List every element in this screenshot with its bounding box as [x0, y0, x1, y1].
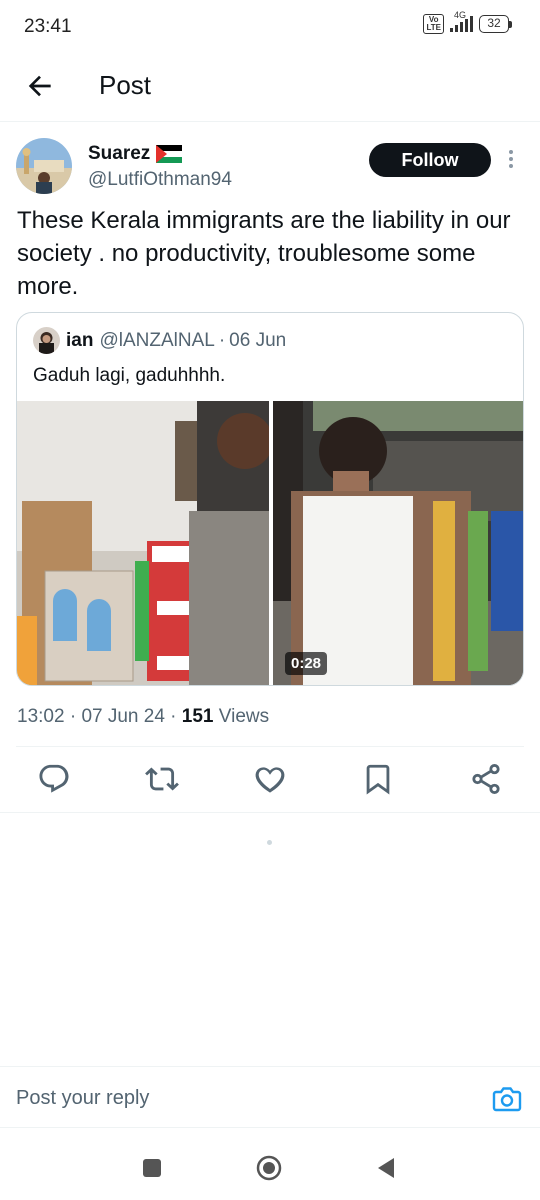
bookmark-icon[interactable]: [361, 762, 395, 796]
views-label: Views: [213, 706, 270, 727]
divider: [0, 812, 540, 813]
post-actions: [0, 748, 540, 812]
quote-author-name: ian: [66, 329, 94, 351]
share-icon[interactable]: [469, 762, 503, 796]
reply-input[interactable]: [16, 1079, 456, 1117]
arrow-left-icon[interactable]: [24, 70, 56, 102]
recents-icon[interactable]: [138, 1154, 166, 1182]
like-icon[interactable]: [253, 762, 287, 796]
reply-icon[interactable]: [37, 762, 71, 796]
author-avatar[interactable]: [16, 138, 72, 194]
author-name[interactable]: Suarez: [88, 143, 183, 165]
more-options-icon[interactable]: [507, 150, 515, 172]
status-icons: Vo LTE 4G 32: [423, 10, 512, 34]
quote-text: Gaduh lagi, gaduhhhh.: [33, 365, 226, 386]
divider: [16, 746, 524, 747]
battery-icon: 32: [479, 15, 512, 33]
status-bar: 23:41 Vo LTE 4G 32: [0, 0, 540, 56]
quoted-post[interactable]: ian @lANZAlNAL · 06 Jun Gaduh lagi, gadu…: [16, 312, 524, 686]
quote-header: ian @lANZAlNAL · 06 Jun: [33, 327, 286, 354]
post-author: Suarez @LutfiOthman94 Follow: [16, 138, 526, 198]
home-icon[interactable]: [255, 1154, 283, 1182]
quote-date: 06 Jun: [229, 329, 287, 351]
quote-media-video[interactable]: 0:28: [273, 401, 523, 685]
quote-author-handle: @lANZAlNAL: [99, 329, 215, 351]
video-duration: 0:28: [285, 652, 328, 675]
page-title: Post: [99, 70, 152, 100]
back-nav-icon[interactable]: [372, 1154, 400, 1182]
post-date: 07 Jun 24: [81, 706, 165, 727]
views-count[interactable]: 151: [182, 706, 214, 727]
quote-avatar: [33, 327, 60, 354]
battery-level: 32: [479, 15, 509, 33]
quote-separator: ·: [218, 329, 226, 351]
camera-icon[interactable]: [492, 1085, 522, 1113]
author-handle[interactable]: @LutfiOthman94: [88, 169, 232, 191]
reply-bar: [0, 1066, 540, 1128]
network-type: 4G: [454, 10, 467, 20]
quote-media-image-1[interactable]: [17, 401, 269, 685]
retweet-icon[interactable]: [145, 762, 179, 796]
app-header: Post: [0, 56, 540, 122]
signal-icon: 4G: [450, 10, 473, 32]
loading-indicator: [267, 840, 272, 845]
follow-button[interactable]: Follow: [369, 143, 491, 177]
author-name-text: Suarez: [88, 143, 151, 164]
system-nav-bar: [0, 1128, 540, 1200]
palestine-flag-icon: [156, 145, 183, 163]
post-time: 13:02: [17, 706, 65, 727]
post-meta: 13:02 · 07 Jun 24 · 151 Views: [17, 706, 270, 727]
status-time: 23:41: [24, 16, 72, 37]
post-text: These Kerala immigrants are the liabilit…: [17, 207, 511, 300]
volte-icon: Vo LTE: [423, 14, 444, 34]
